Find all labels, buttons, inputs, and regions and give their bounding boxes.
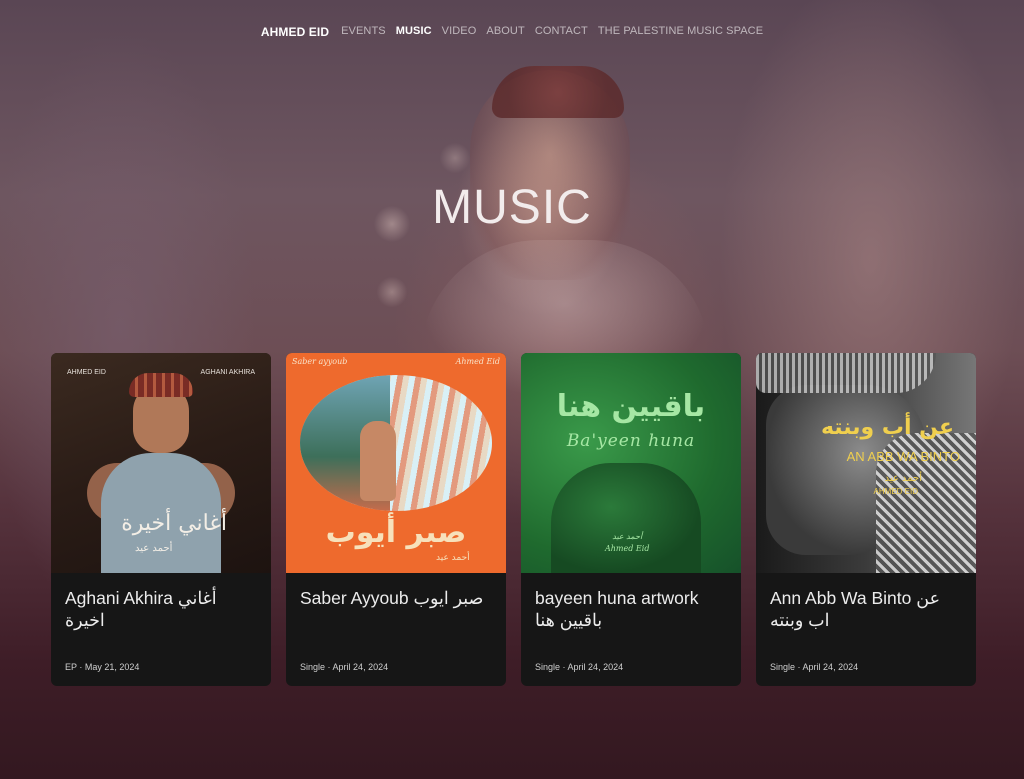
cover-arabic-title: عن أب وبنته [820, 415, 954, 440]
cover-arabic-artist: أحمد عيد [135, 543, 173, 554]
nav-item-contact[interactable]: CONTACT [535, 25, 588, 39]
album-cover-image: عن أب وبنته AN ABB WA BINTO أحمد عيد AHM… [756, 353, 976, 573]
nav-brand-link[interactable]: AHMED EID [261, 25, 329, 39]
release-date: April 24, 2024 [567, 662, 624, 672]
release-date: April 24, 2024 [332, 662, 389, 672]
cover-artist-label: AHMED EID [67, 369, 106, 376]
release-card-bayeen-huna[interactable]: باقيين هنا Ba'yeen huna أحمد عيد Ahmed E… [521, 353, 741, 686]
cover-arabic-title: صبر أيوب [325, 515, 467, 550]
release-date: May 21, 2024 [84, 662, 140, 672]
release-title[interactable]: Saber Ayyoub صبر ايوب [300, 587, 492, 653]
album-cover-image: Saber ayyoub Ahmed Eid صبر أيوب أحمد عيد [286, 353, 506, 573]
release-meta: EP · May 21, 2024 [65, 662, 140, 672]
cover-artist-label: Ahmed Eid [455, 357, 500, 366]
cover-title-label: AGHANI AKHIRA [200, 369, 255, 376]
nav-item-palestine-music-space[interactable]: THE PALESTINE MUSIC SPACE [598, 25, 763, 39]
main-nav: AHMED EID EVENTS MUSIC VIDEO ABOUT CONTA… [0, 25, 1024, 39]
release-meta: Single · April 24, 2024 [535, 662, 624, 672]
cover-latin-title: AN ABB WA BINTO [846, 449, 960, 464]
release-card-saber-ayyoub[interactable]: Saber ayyoub Ahmed Eid صبر أيوب أحمد عيد… [286, 353, 506, 686]
cover-latin-artist: AHMED EID [873, 487, 918, 496]
cover-latin-artist: Ahmed Eid [605, 544, 650, 553]
release-title[interactable]: Aghani Akhira أغاني اخيرة [65, 587, 257, 653]
release-type: Single [535, 662, 561, 672]
release-title[interactable]: Ann Abb Wa Binto عن اب وبنته [770, 587, 962, 653]
release-type: EP [65, 662, 77, 672]
release-card-grid: AHMED EID AGHANI AKHIRA أغاني أخيرة أحمد… [51, 353, 976, 686]
cover-latin-title: Ba'yeen huna [566, 431, 696, 451]
cover-arabic-title: أغاني أخيرة [121, 511, 227, 536]
page-title: MUSIC [432, 181, 592, 234]
release-type: Single [770, 662, 796, 672]
cover-arabic-artist: أحمد عيد [612, 532, 643, 541]
release-card-aghani-akhira[interactable]: AHMED EID AGHANI AKHIRA أغاني أخيرة أحمد… [51, 353, 271, 686]
album-cover-image: باقيين هنا Ba'yeen huna أحمد عيد Ahmed E… [521, 353, 741, 573]
release-meta: Single · April 24, 2024 [770, 662, 859, 672]
hero-photo-hat [492, 66, 624, 118]
cover-arabic-artist: أحمد عيد [436, 553, 470, 563]
nav-item-about[interactable]: ABOUT [486, 25, 524, 39]
release-card-ann-abb-wa-binto[interactable]: عن أب وبنته AN ABB WA BINTO أحمد عيد AHM… [756, 353, 976, 686]
release-meta: Single · April 24, 2024 [300, 662, 389, 672]
cover-title-label: Saber ayyoub [292, 357, 348, 366]
nav-item-music[interactable]: MUSIC [396, 25, 432, 39]
nav-item-video[interactable]: VIDEO [442, 25, 477, 39]
cover-arabic-artist: أحمد عيد [884, 473, 922, 484]
release-type: Single [300, 662, 326, 672]
release-title[interactable]: bayeen huna artwork باقيين هنا [535, 587, 727, 653]
release-date: April 24, 2024 [802, 662, 859, 672]
cover-arabic-title: باقيين هنا [556, 389, 706, 424]
album-cover-image: AHMED EID AGHANI AKHIRA أغاني أخيرة أحمد… [51, 353, 271, 573]
nav-item-events[interactable]: EVENTS [341, 25, 386, 39]
